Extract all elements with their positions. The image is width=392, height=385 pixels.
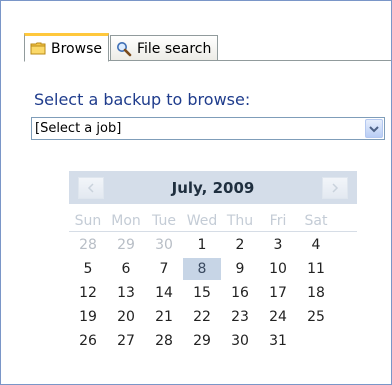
calendar-week: 12 13 14 15 16 17 18	[69, 282, 357, 304]
calendar-day[interactable]: 30	[145, 234, 183, 256]
job-select-value: [Select a job]	[35, 121, 122, 136]
calendar-day[interactable]: 17	[259, 282, 297, 304]
weekday-label: Tue	[152, 213, 176, 229]
tab-file-search[interactable]: File search	[109, 35, 219, 61]
calendar-day[interactable]: 23	[221, 306, 259, 328]
calendar-day[interactable]: 13	[107, 282, 145, 304]
calendar-day[interactable]: 28	[145, 330, 183, 352]
weekday-header-row: Sun Mon Tue Wed Thu Fri Sat	[69, 212, 357, 232]
calendar-week: 5 6 7 8 9 10 11	[69, 258, 357, 280]
calendar-day[interactable]: 19	[69, 306, 107, 328]
weekday-label: Thu	[226, 213, 254, 229]
prev-month-button[interactable]	[78, 176, 104, 199]
calendar-day-selected[interactable]: 8	[183, 258, 221, 280]
calendar-header: July, 2009	[69, 171, 357, 204]
calendar-day[interactable]: 11	[297, 258, 335, 280]
magnifier-icon	[116, 41, 132, 57]
calendar-day[interactable]: 20	[107, 306, 145, 328]
tab-browse[interactable]: Browse	[24, 33, 109, 62]
chevron-down-icon[interactable]	[365, 119, 383, 138]
calendar-weeks: 28 29 30 1 2 3 4 5 6 7 8 9 10 11 12 13 1…	[69, 234, 357, 352]
weekday-label: Fri	[269, 213, 287, 229]
tab-strip: Browse File search	[24, 32, 219, 62]
calendar-day[interactable]: 21	[145, 306, 183, 328]
weekday-label: Wed	[186, 213, 218, 229]
browse-panel: Browse File search Select a backup to br…	[0, 0, 392, 385]
weekday-label: Sat	[304, 213, 328, 229]
calendar-day[interactable]: 3	[259, 234, 297, 256]
calendar-day[interactable]: 14	[145, 282, 183, 304]
calendar-day[interactable]: 25	[297, 306, 335, 328]
folder-icon	[30, 41, 46, 56]
calendar-day[interactable]: 9	[221, 258, 259, 280]
weekday-label: Sun	[74, 213, 102, 229]
calendar-day[interactable]: 12	[69, 282, 107, 304]
calendar-week: 28 29 30 1 2 3 4	[69, 234, 357, 256]
select-backup-label: Select a backup to browse:	[34, 90, 251, 109]
calendar-day[interactable]: 6	[107, 258, 145, 280]
calendar: July, 2009 Sun Mon Tue Wed Thu Fri Sat 2…	[69, 171, 357, 354]
next-month-button[interactable]	[322, 176, 348, 199]
calendar-day[interactable]: 2	[221, 234, 259, 256]
calendar-day[interactable]: 10	[259, 258, 297, 280]
calendar-day[interactable]: 26	[69, 330, 107, 352]
calendar-day[interactable]: 18	[297, 282, 335, 304]
calendar-day[interactable]: 16	[221, 282, 259, 304]
calendar-day[interactable]: 5	[69, 258, 107, 280]
calendar-day[interactable]: 29	[107, 234, 145, 256]
calendar-day[interactable]: 30	[221, 330, 259, 352]
calendar-day[interactable]	[297, 330, 335, 352]
calendar-day[interactable]: 24	[259, 306, 297, 328]
weekday-label: Mon	[111, 213, 141, 229]
calendar-day[interactable]: 15	[183, 282, 221, 304]
calendar-day[interactable]: 27	[107, 330, 145, 352]
calendar-day[interactable]: 22	[183, 306, 221, 328]
calendar-week: 19 20 21 22 23 24 25	[69, 306, 357, 328]
chevron-left-icon	[87, 178, 95, 197]
calendar-day[interactable]: 1	[183, 234, 221, 256]
calendar-day[interactable]: 4	[297, 234, 335, 256]
calendar-week: 26 27 28 29 30 31	[69, 330, 357, 352]
calendar-day[interactable]: 28	[69, 234, 107, 256]
calendar-day[interactable]: 29	[183, 330, 221, 352]
chevron-right-icon	[331, 178, 339, 197]
job-select-dropdown[interactable]: [Select a job]	[31, 117, 385, 140]
tab-browse-label: Browse	[51, 40, 102, 57]
calendar-day[interactable]: 31	[259, 330, 297, 352]
month-title: July, 2009	[171, 178, 255, 197]
calendar-day[interactable]: 7	[145, 258, 183, 280]
tab-file-search-label: File search	[136, 40, 212, 57]
